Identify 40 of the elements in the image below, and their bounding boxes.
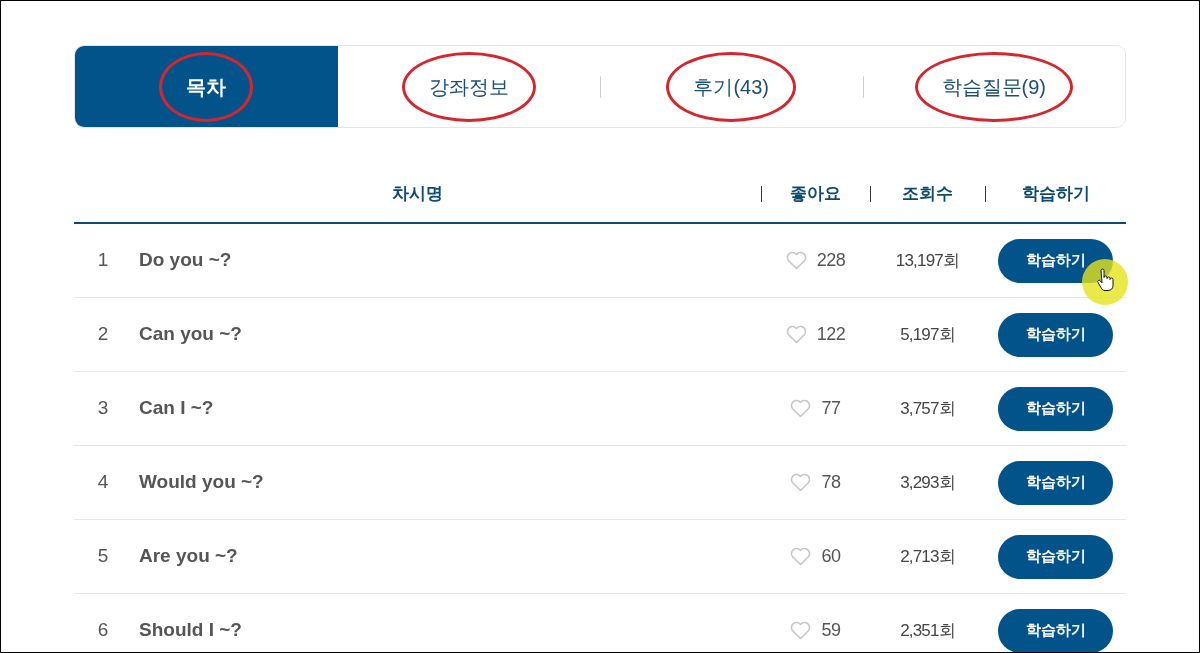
study-button[interactable]: 학습하기 [998, 460, 1113, 505]
heart-icon[interactable] [785, 325, 807, 344]
like-count: 59 [821, 619, 841, 642]
lesson-title: Do you ~? [139, 248, 232, 273]
column-header: 차시명 [392, 182, 443, 205]
lesson-title: Are you ~? [139, 544, 238, 569]
view-count: 3,757회 [900, 397, 955, 420]
lesson-number: 5 [96, 544, 110, 569]
heart-icon[interactable] [790, 621, 812, 640]
like-count: 60 [821, 545, 841, 568]
tab[interactable]: 목차 [75, 46, 338, 127]
heart-icon[interactable] [785, 251, 807, 270]
heart-icon[interactable] [790, 473, 812, 492]
lesson-title: Can you ~? [139, 322, 242, 347]
lesson-number: 4 [96, 470, 110, 495]
view-count: 2,713회 [900, 545, 955, 568]
like-count: 122 [816, 323, 846, 346]
view-count: 3,293회 [900, 471, 955, 494]
study-button[interactable]: 학습하기 [998, 312, 1113, 357]
lesson-number: 6 [96, 618, 110, 643]
lesson-number: 2 [96, 322, 110, 347]
heart-icon[interactable] [790, 399, 812, 418]
view-count: 13,197회 [895, 249, 960, 272]
study-button[interactable]: 학습하기 [998, 386, 1113, 431]
lesson-number: 1 [96, 248, 110, 273]
lesson-number: 3 [96, 396, 110, 421]
like-count: 78 [821, 471, 841, 494]
lesson-title: Can I ~? [139, 396, 214, 421]
study-button[interactable]: 학습하기 [998, 534, 1113, 579]
heart-icon[interactable] [790, 547, 812, 566]
view-count: 5,197회 [900, 323, 955, 346]
lesson-title: Should I ~? [139, 618, 242, 643]
column-header: 좋아요 [790, 182, 841, 205]
like-count: 228 [816, 249, 846, 272]
column-header: 조회수 [902, 182, 953, 205]
like-count: 77 [821, 397, 841, 420]
lesson-title: Would you ~? [139, 470, 264, 495]
study-button[interactable]: 학습하기 [998, 608, 1113, 652]
column-header: 학습하기 [1021, 182, 1090, 205]
view-count: 2,351회 [900, 619, 955, 642]
